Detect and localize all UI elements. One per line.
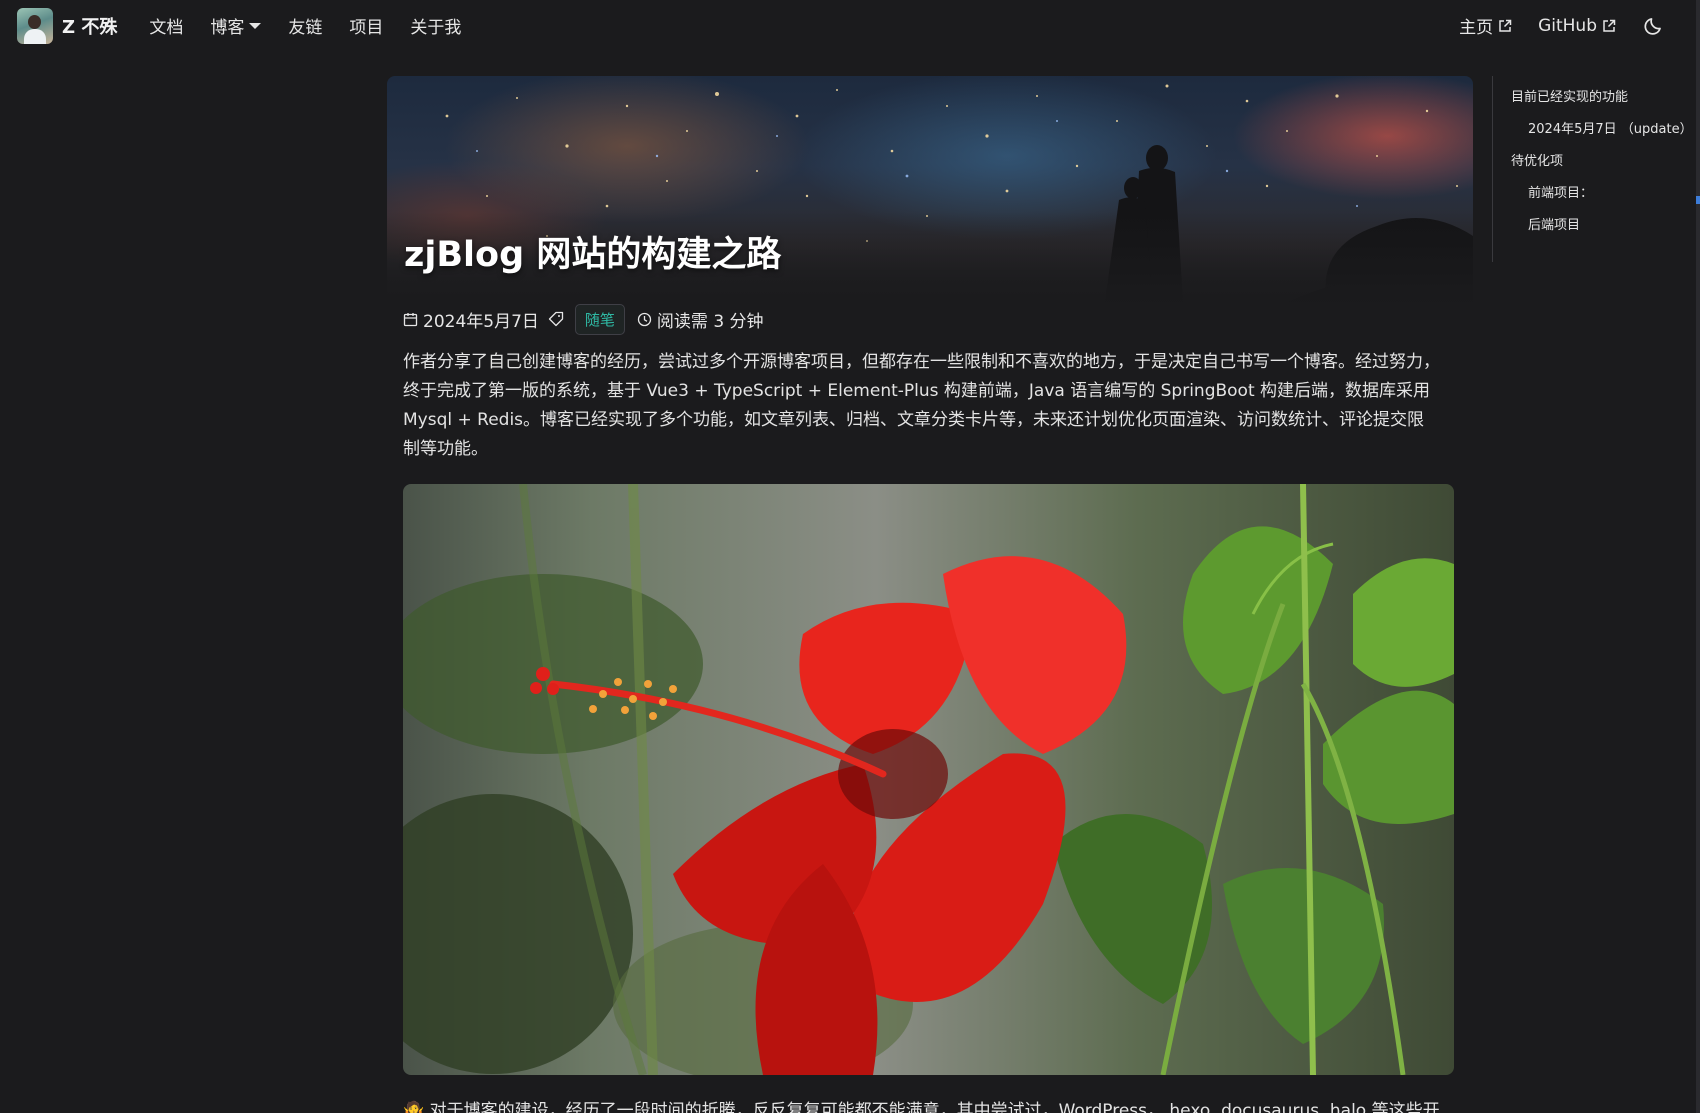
hibiscus-image xyxy=(403,484,1454,1075)
nav-link-projects[interactable]: 项目 xyxy=(349,13,383,38)
tag-icon xyxy=(548,311,564,327)
page-title: zjBlog 网站的构建之路 xyxy=(404,235,782,275)
hibiscus-photo xyxy=(403,484,1454,1075)
scrollbar-thumb[interactable] xyxy=(1696,196,1700,204)
read-time-item: 阅读需 3 分钟 xyxy=(637,307,764,332)
home-external-link[interactable]: 主页 xyxy=(1459,13,1512,38)
date-item: 2024年5月7日 xyxy=(403,307,539,332)
table-of-contents: 目前已经实现的功能 2024年5月7日 （update） 待优化项 前端项目： … xyxy=(1492,76,1700,262)
category-tag-badge[interactable]: 随笔 xyxy=(574,303,625,335)
chevron-down-icon xyxy=(249,22,262,29)
calendar-icon xyxy=(403,312,418,326)
blog-article: zjBlog 网站的构建之路 2024年5月7日 随笔 阅读需 3 分钟 作者分… xyxy=(387,76,1473,1113)
nav-links: 文档 博客 友链 项目 关于我 xyxy=(149,13,488,38)
home-link-label: 主页 xyxy=(1459,18,1494,38)
nav-right: 主页 GitHub xyxy=(1459,0,1666,51)
clock-icon xyxy=(637,312,652,326)
avatar xyxy=(17,7,53,44)
article-summary: 作者分享了自己创建博客的经历，尝试过多个开源博客项目，但都存在一些限制和不喜欢的… xyxy=(403,352,1440,459)
top-navbar: Z 不殊 文档 博客 友链 项目 关于我 主页 GitHub xyxy=(0,0,1700,51)
publish-date: 2024年5月7日 xyxy=(423,311,539,332)
scrollbar[interactable] xyxy=(1696,0,1700,1113)
theme-toggle-button[interactable] xyxy=(1642,14,1666,38)
hero-banner: zjBlog 网站的构建之路 xyxy=(387,76,1473,302)
page: Z 不殊 文档 博客 友链 项目 关于我 主页 GitHub zjBlog 网站… xyxy=(0,0,1700,1113)
toc-item[interactable]: 待优化项 xyxy=(1511,146,1700,178)
brand-name: Z 不殊 xyxy=(62,16,118,38)
article-body-first-line: 🤷 对于博客的建设，经历了一段时间的折腾，反反复复可能都不能满意，其中尝试过，W… xyxy=(403,1101,1440,1113)
moon-icon xyxy=(1644,17,1661,35)
nav-link-blog[interactable]: 博客 xyxy=(210,13,262,38)
brand-link[interactable]: Z 不殊 xyxy=(17,7,118,44)
toc-item[interactable]: 前端项目： xyxy=(1511,178,1700,210)
external-link-icon xyxy=(1603,19,1616,32)
read-time: 阅读需 3 分钟 xyxy=(656,311,764,332)
nav-link-docs[interactable]: 文档 xyxy=(149,13,183,38)
github-link-label: GitHub xyxy=(1538,15,1597,36)
nav-link-friends[interactable]: 友链 xyxy=(288,13,322,38)
nav-link-blog-label: 博客 xyxy=(210,18,245,38)
toc-item[interactable]: 2024年5月7日 （update） xyxy=(1511,114,1700,146)
toc-item[interactable]: 目前已经实现的功能 xyxy=(1511,82,1700,114)
toc-item[interactable]: 后端项目 xyxy=(1511,210,1700,242)
external-link-icon xyxy=(1499,19,1512,32)
github-external-link[interactable]: GitHub xyxy=(1538,16,1616,36)
article-meta: 2024年5月7日 随笔 阅读需 3 分钟 xyxy=(387,302,1473,336)
nav-link-about[interactable]: 关于我 xyxy=(410,13,461,38)
